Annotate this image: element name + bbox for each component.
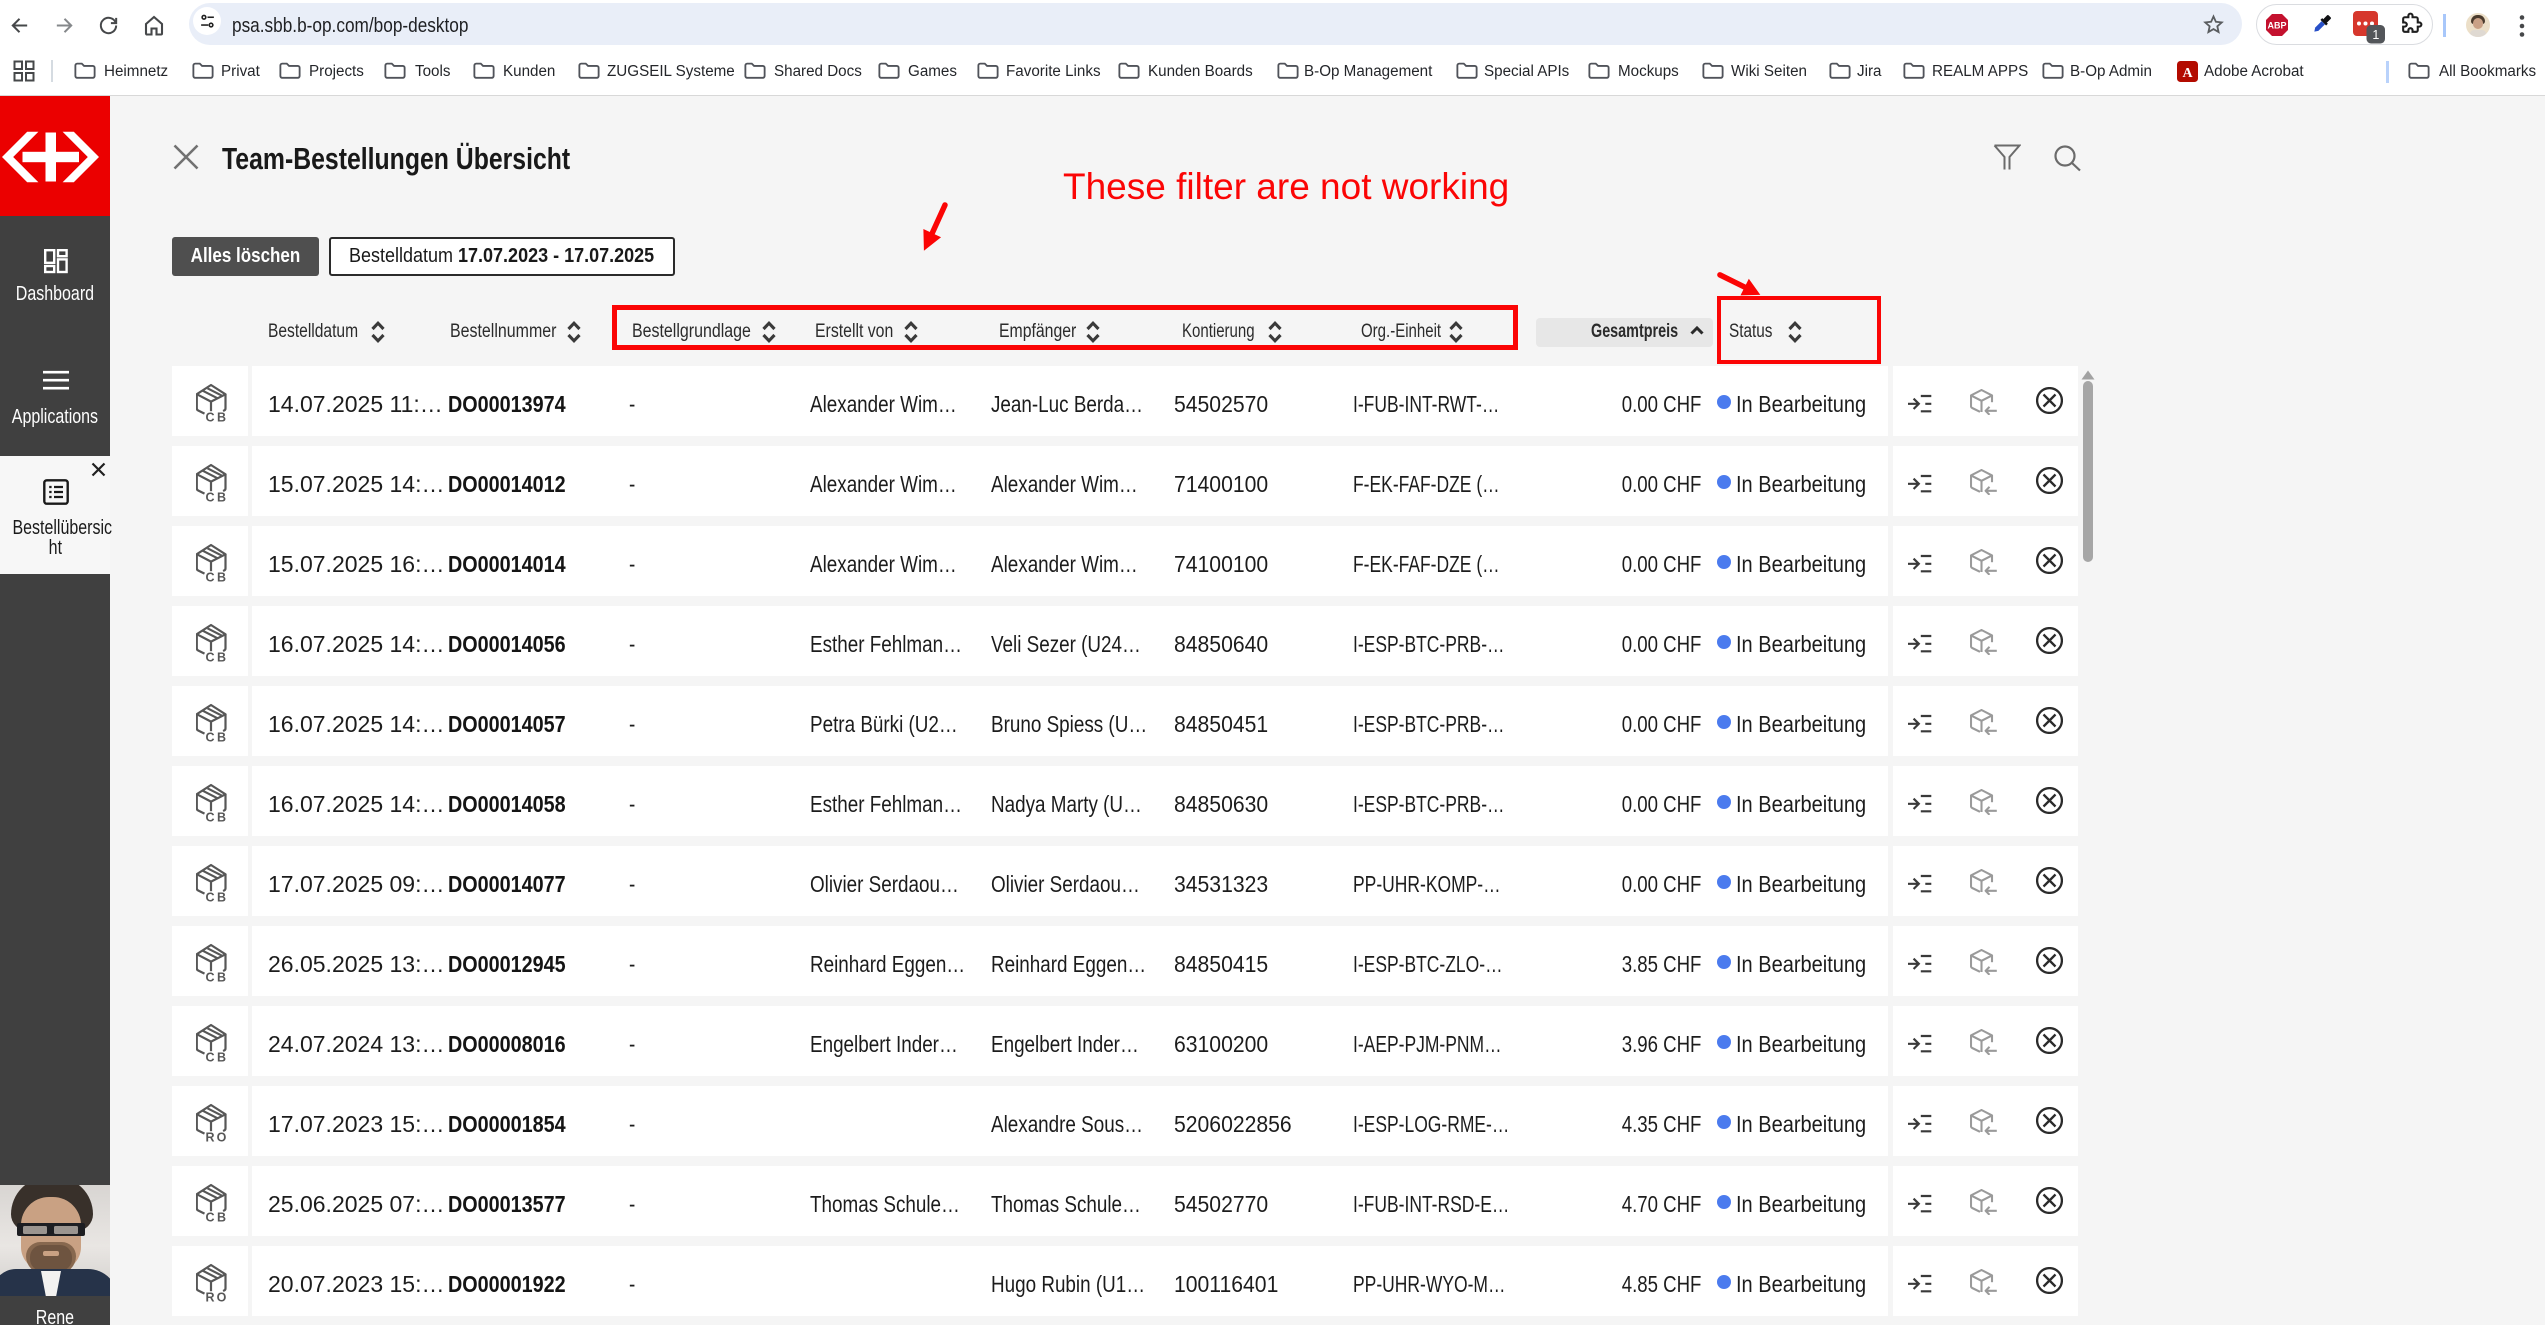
- svg-text:B: B: [217, 731, 226, 745]
- svg-text:C: C: [205, 411, 214, 425]
- svg-text:B: B: [217, 1051, 226, 1065]
- svg-text:C: C: [205, 731, 214, 745]
- svg-text:B: B: [217, 891, 226, 905]
- svg-text:B: B: [217, 651, 226, 665]
- svg-text:C: C: [205, 491, 214, 505]
- svg-text:O: O: [217, 1291, 227, 1305]
- svg-text:B: B: [217, 971, 226, 985]
- svg-text:B: B: [217, 571, 226, 585]
- svg-text:R: R: [205, 1131, 214, 1145]
- svg-text:R: R: [205, 1291, 214, 1305]
- svg-text:C: C: [205, 571, 214, 585]
- svg-text:C: C: [205, 891, 214, 905]
- svg-text:A: A: [2182, 66, 2193, 81]
- svg-text:C: C: [205, 811, 214, 825]
- svg-text:B: B: [217, 811, 226, 825]
- svg-text:O: O: [217, 1131, 227, 1145]
- svg-text:C: C: [205, 971, 214, 985]
- svg-text:C: C: [205, 1051, 214, 1065]
- svg-text:C: C: [205, 651, 214, 665]
- svg-text:ABP: ABP: [2267, 21, 2286, 31]
- svg-text:C: C: [205, 1211, 214, 1225]
- svg-text:B: B: [217, 411, 226, 425]
- svg-text:B: B: [217, 491, 226, 505]
- svg-text:B: B: [217, 1211, 226, 1225]
- svg-text:1: 1: [2372, 28, 2379, 42]
